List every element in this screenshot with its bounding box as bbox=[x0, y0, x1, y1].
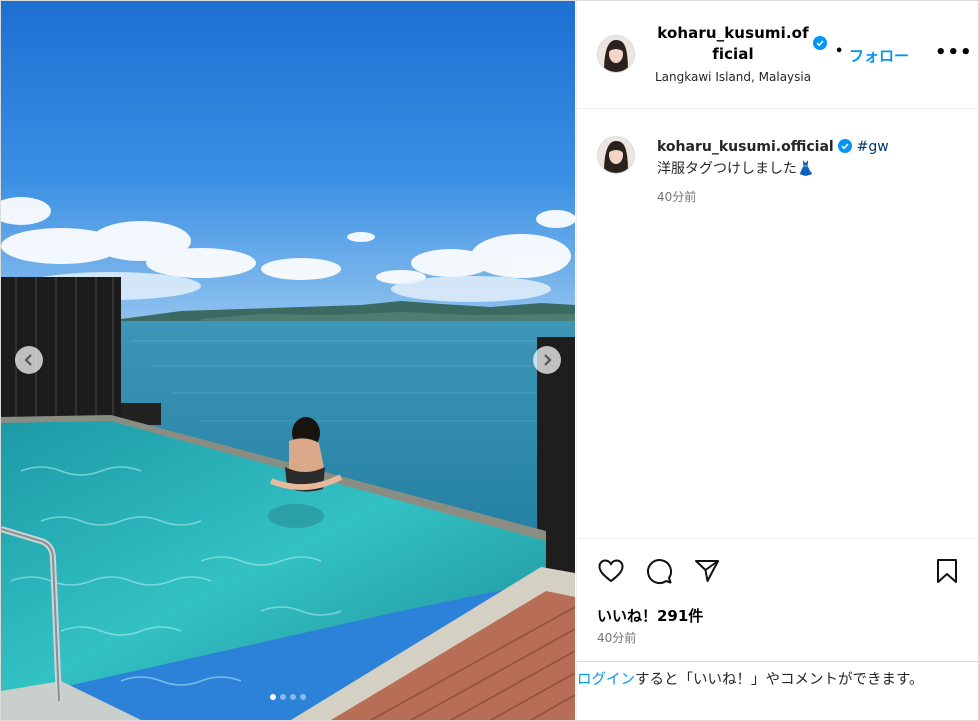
carousel-dot[interactable] bbox=[300, 694, 306, 700]
heart-icon[interactable] bbox=[597, 557, 625, 585]
avatar-image bbox=[598, 137, 634, 173]
comment-icon[interactable] bbox=[645, 557, 673, 585]
pool-ocean-scene bbox=[1, 1, 575, 720]
caption-text: 洋服タグつけしました👗 bbox=[657, 161, 815, 177]
carousel-dots bbox=[1, 694, 575, 700]
post-timestamp[interactable]: 40分前 bbox=[597, 629, 636, 646]
caption-hashtag[interactable]: #gw bbox=[857, 139, 889, 155]
post-author-username[interactable]: koharu_kusumi.official bbox=[655, 23, 811, 65]
caption-username[interactable]: koharu_kusumi.official bbox=[657, 139, 834, 155]
avatar-image bbox=[598, 36, 634, 72]
login-link[interactable]: ログイン bbox=[577, 672, 635, 688]
caption-timestamp: 40分前 bbox=[657, 190, 697, 204]
verified-icon bbox=[813, 36, 827, 50]
post-photo[interactable] bbox=[1, 1, 575, 720]
share-icon[interactable] bbox=[693, 557, 721, 585]
avatar[interactable] bbox=[597, 35, 635, 73]
action-bar: いいね！291件 40分前 bbox=[577, 538, 978, 661]
login-prompt: ログインすると「いいね！」やコメントができます。 bbox=[577, 661, 978, 720]
carousel-dot[interactable] bbox=[280, 694, 286, 700]
follow-button[interactable]: フォロー bbox=[849, 45, 909, 66]
carousel-next-button[interactable] bbox=[533, 346, 561, 374]
more-options-icon[interactable]: ••• bbox=[935, 44, 973, 62]
post-header: koharu_kusumi.official • フォロー ••• Langka… bbox=[577, 1, 978, 109]
carousel-prev-button[interactable] bbox=[15, 346, 43, 374]
post-frame: koharu_kusumi.official • フォロー ••• Langka… bbox=[0, 0, 979, 721]
verified-icon bbox=[838, 139, 853, 153]
caption-header: koharu_kusumi.official #gw bbox=[657, 138, 889, 156]
carousel-dot[interactable] bbox=[270, 694, 276, 700]
carousel-dot[interactable] bbox=[290, 694, 296, 700]
chevron-right-icon bbox=[544, 354, 552, 366]
caption-section: koharu_kusumi.official #gw 洋服タグつけしました👗 4… bbox=[577, 108, 978, 538]
separator-dot: • bbox=[835, 44, 844, 59]
post-location[interactable]: Langkawi Island, Malaysia bbox=[655, 70, 811, 84]
post-details-panel: koharu_kusumi.official • フォロー ••• Langka… bbox=[576, 1, 978, 720]
login-prompt-text: すると「いいね！」やコメントができます。 bbox=[635, 672, 924, 688]
avatar[interactable] bbox=[597, 136, 635, 174]
likes-count[interactable]: いいね！291件 bbox=[597, 605, 703, 626]
bookmark-icon[interactable] bbox=[933, 557, 961, 585]
chevron-left-icon bbox=[24, 354, 32, 366]
